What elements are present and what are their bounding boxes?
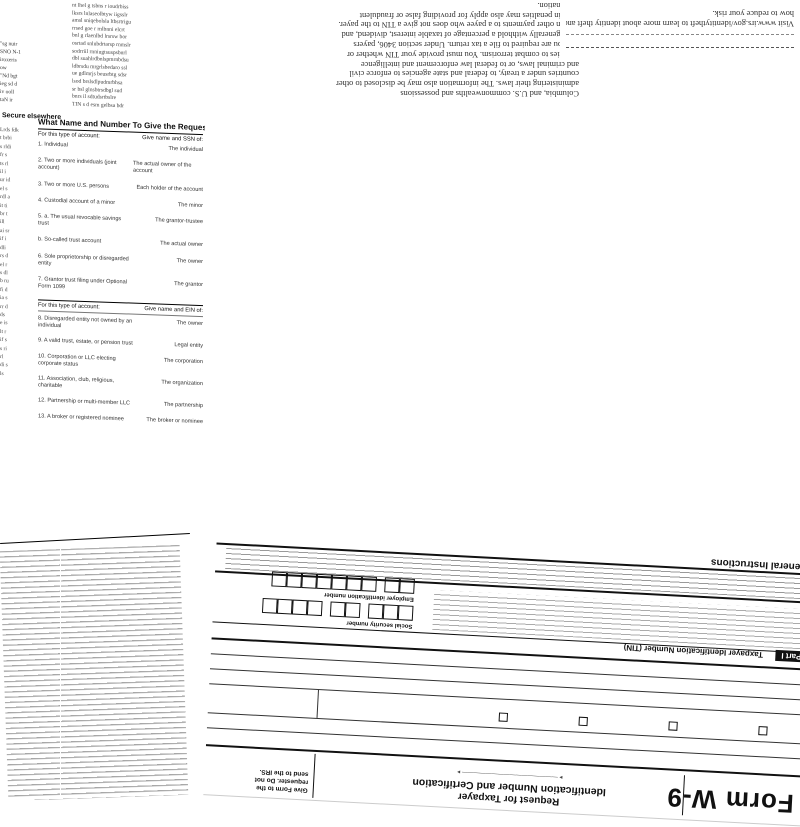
garbled-line [566,47,794,58]
table-row: 4. Custodial account of a minor The minor [38,197,203,209]
left-margin-text: Lrds fdk t brbi s rldi fr s ts rl il i ur id el… [0,127,19,377]
table-row: 12. Partnership or multi-member LLC The p… [38,397,203,410]
form-name: Form W-9 [665,782,795,820]
text-line: administering their laws. The informatio… [336,79,579,89]
table-row: 8. Disregarded entity not owned by an in… [38,315,203,330]
garbled-line [566,34,794,43]
top-center-page-fragment: Columbia, and U.S. commonwealths and pos… [255,0,585,102]
give-form-note: Give Form to the requester. Do not send … [254,768,309,794]
left-column-page-fragment: "sg nuir SNO N-1 iroxeris ow "Nd bgt ieg sd d… [0,0,205,438]
table-row: 2. Two or more individuals (joint accoun… [38,157,192,175]
divider [0,533,190,544]
paragraph-block: nt lhel g tsbns r ioudrbiss lksrs lnlaseo… [72,2,132,110]
top-right-page-fragment: Visit www.irs.gov/identitytheft to learn… [560,0,800,62]
dense-text-block [0,544,189,800]
text-line: information. [537,0,579,10]
col-header: For this type of account: [38,131,100,140]
text-line: how to reduce your risk. [712,9,794,18]
text-line: must generally withhold a percentage of … [341,30,579,40]
tin-boxes: Social security number Employer identifi… [223,569,415,629]
col-header: Give name and SSN of: [142,134,203,144]
left-margin-text: "sg nuir SNO N-1 iroxeris ow "Nd bgt ieg sd d… [0,41,21,104]
text-line: Certain penalties may also apply for pro… [359,10,579,20]
table-row: 9. A valid trust, estate, or pension tru… [38,337,203,350]
text-line: countries under a treaty, to federal and… [349,69,579,79]
entity-table: 8. Disregarded entity not owned by an in… [38,315,203,426]
part-label: Part I [775,649,800,663]
col-header: Give name and EIN of: [144,306,203,315]
table-row: 5. a. The usual revocable savings trust T… [38,213,203,227]
table-row: 10. Corporation or LLC electing corporat… [38,352,203,368]
table-row: 7. Grantor trust filing under Optional F… [38,276,203,291]
text-line: certain other payments to a payee who do… [338,20,579,30]
table-row: 11. Association, club, religious, charit… [38,375,203,390]
table-row: 13. A broker or registered nominee The br… [38,412,203,425]
text-line: not you are required to file a tax retur… [353,40,579,50]
text-line: agencies to combat terrorism. You must p… [347,49,579,59]
bottom-left-page-fragment [0,528,195,800]
text-line: Visit www.irs.gov/identitytheft to learn… [566,19,794,28]
w9-form-page: Form W-9 Request for Taxpayer Identifica… [203,524,800,827]
text-line: and criminal laws, or to federal law enf… [360,59,579,69]
account-table: 1. Individual The individual 2. Two or mo… [38,141,203,302]
table-row: 6. Sole proprietorship or disregarded en… [38,252,203,267]
text-line: Columbia, and U.S. commonwealths and pos… [400,89,579,98]
table-row: 3. Two or more U.S. persons Each holder o… [38,180,203,193]
col-header: For this type of account: [38,302,100,311]
table-row: b. So-called trust account The actual own… [38,236,203,249]
table-row: 1. Individual The individual [38,141,203,154]
